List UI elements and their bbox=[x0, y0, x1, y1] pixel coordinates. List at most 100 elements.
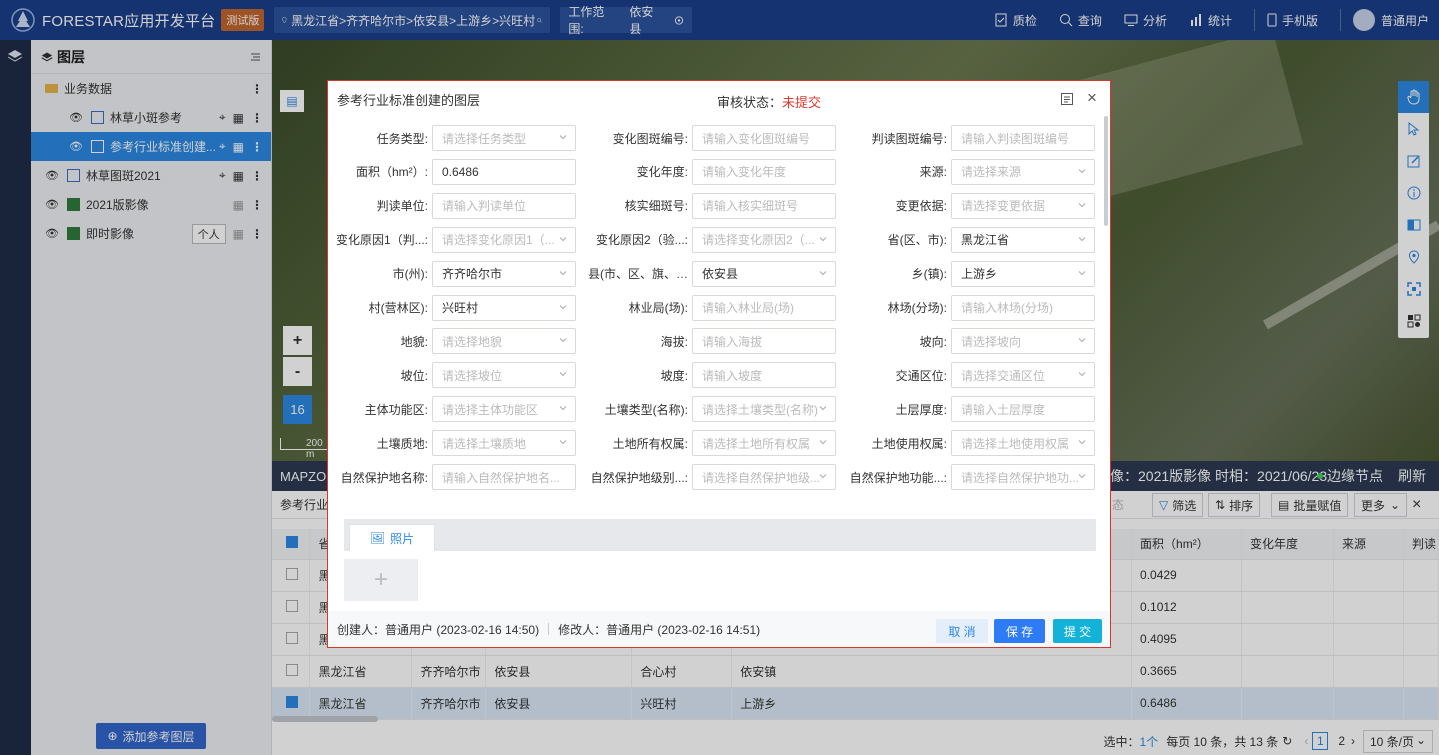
form-field: 变化年度: 请输入变化年度 bbox=[588, 158, 836, 185]
field-placeholder: 请选择土壤质地 bbox=[442, 436, 527, 451]
chevron-down-icon bbox=[559, 270, 567, 275]
field-select[interactable]: 请选择坡向 bbox=[951, 328, 1095, 355]
field-select[interactable]: 请选择变更依据 bbox=[951, 192, 1095, 219]
form-field: 自然保护地名称: 请输入自然保护地名... bbox=[328, 464, 576, 490]
chevron-down-icon bbox=[559, 440, 567, 445]
field-label: 土地使用权属: bbox=[871, 436, 947, 451]
field-select[interactable]: 请选择地貌 bbox=[432, 328, 576, 355]
chevron-down-icon bbox=[559, 338, 567, 343]
chevron-down-icon bbox=[819, 474, 827, 479]
field-select[interactable]: 请选择变化原因1（... bbox=[432, 226, 576, 253]
dialog-footer: 创建人：普通用户 (2023-02-16 14:50) 修改人：普通用户 (20… bbox=[328, 611, 1110, 647]
chevron-down-icon bbox=[1078, 338, 1086, 343]
field-placeholder: 请输入判读图斑编号 bbox=[961, 131, 1070, 146]
field-input[interactable]: 请输入判读图斑编号 bbox=[951, 125, 1095, 151]
chevron-down-icon bbox=[1078, 372, 1086, 377]
field-select[interactable]: 请选择土地所有权属 bbox=[692, 430, 836, 457]
field-select[interactable]: 上游乡 bbox=[951, 260, 1095, 287]
field-input[interactable]: 请输入变化图斑编号 bbox=[692, 125, 836, 151]
form-field: 市(州): 齐齐哈尔市 bbox=[328, 260, 576, 287]
field-label: 海拔: bbox=[660, 334, 688, 349]
field-label: 交通区位: bbox=[895, 368, 947, 383]
tab-photos[interactable]: 🖼 照片 bbox=[349, 524, 435, 551]
field-label: 省(区、市): bbox=[887, 233, 947, 248]
field-select[interactable]: 请选择主体功能区 bbox=[432, 396, 576, 423]
chevron-down-icon bbox=[819, 236, 827, 241]
form-field: 判读图斑编号: 请输入判读图斑编号 bbox=[847, 125, 1095, 151]
field-label: 来源: bbox=[919, 165, 947, 180]
field-label: 核实细斑号: bbox=[624, 199, 688, 214]
list-view-icon[interactable] bbox=[1061, 93, 1073, 105]
field-select[interactable]: 请选择交通区位 bbox=[951, 362, 1095, 389]
feature-edit-dialog: 参考行业标准创建的图层 审核状态：未提交 × 任务类型: 请选择任务类型 变化图斑编… bbox=[327, 80, 1111, 648]
attachment-tabs: 🖼 照片 bbox=[344, 519, 1096, 551]
field-label: 变化原因2（验...: bbox=[595, 233, 688, 248]
field-select[interactable]: 请选择来源 bbox=[951, 158, 1095, 185]
close-icon[interactable]: × bbox=[1087, 88, 1097, 108]
form-field: 土地使用权属: 请选择土地使用权属 bbox=[847, 430, 1095, 457]
form-field: 面积（hm²）: 0.6486 bbox=[328, 158, 576, 185]
field-label: 变化年度: bbox=[636, 165, 688, 180]
field-select[interactable]: 请选择变化原因2（... bbox=[692, 226, 836, 253]
field-select[interactable]: 请选择自然保护地级... bbox=[692, 464, 836, 490]
form-field: 变化图斑编号: 请输入变化图斑编号 bbox=[588, 125, 836, 151]
cancel-button[interactable]: 取 消 bbox=[936, 619, 988, 643]
field-select[interactable]: 黑龙江省 bbox=[951, 226, 1095, 253]
field-label: 土壤类型(名称): bbox=[604, 402, 688, 417]
form-field: 坡向: 请选择坡向 bbox=[847, 328, 1095, 355]
field-input[interactable]: 请输入坡度 bbox=[692, 362, 836, 389]
field-input[interactable]: 请输入判读单位 bbox=[432, 192, 576, 219]
field-label: 地貌: bbox=[400, 334, 428, 349]
form-field: 海拔: 请输入海拔 bbox=[588, 328, 836, 355]
field-select[interactable]: 请选择坡位 bbox=[432, 362, 576, 389]
field-input[interactable]: 请输入土层厚度 bbox=[951, 396, 1095, 423]
field-label: 自然保护地级别...: bbox=[590, 470, 688, 485]
dialog-header: 参考行业标准创建的图层 审核状态：未提交 × bbox=[328, 81, 1110, 117]
form-field: 判读单位: 请输入判读单位 bbox=[328, 192, 576, 219]
field-input[interactable]: 请输入自然保护地名... bbox=[432, 464, 576, 490]
field-input[interactable]: 请输入海拔 bbox=[692, 328, 836, 355]
field-select[interactable]: 请选择土壤质地 bbox=[432, 430, 576, 457]
field-select[interactable]: 请选择自然保护地功... bbox=[951, 464, 1095, 490]
field-input[interactable]: 请输入核实细斑号 bbox=[692, 192, 836, 219]
form-field: 主体功能区: 请选择主体功能区 bbox=[328, 396, 576, 423]
field-select[interactable]: 请选择土地使用权属 bbox=[951, 430, 1095, 457]
field-input[interactable]: 请输入林场(分场) bbox=[951, 294, 1095, 321]
field-select[interactable]: 齐齐哈尔市 bbox=[432, 260, 576, 287]
form-field: 坡位: 请选择坡位 bbox=[328, 362, 576, 389]
chevron-down-icon bbox=[1078, 236, 1086, 241]
field-select[interactable]: 请选择任务类型 bbox=[432, 125, 576, 151]
field-select[interactable]: 请选择土壤类型(名称) bbox=[692, 396, 836, 423]
field-placeholder: 请输入海拔 bbox=[702, 334, 763, 349]
attribute-form: 任务类型: 请选择任务类型 变化图斑编号: 请输入变化图斑编号 判读图斑编号: 请输入判读… bbox=[328, 117, 1106, 503]
form-field: 交通区位: 请选择交通区位 bbox=[847, 362, 1095, 389]
field-input[interactable]: 0.6486 bbox=[432, 158, 576, 185]
chevron-down-icon bbox=[1078, 474, 1086, 479]
field-value: 上游乡 bbox=[961, 267, 998, 282]
form-field: 省(区、市): 黑龙江省 bbox=[847, 226, 1095, 253]
form-field: 变化原因1（判...: 请选择变化原因1（... bbox=[328, 226, 576, 253]
modifier-info: 修改人：普通用户 (2023-02-16 14:51) bbox=[558, 622, 761, 637]
field-select[interactable]: 兴旺村 bbox=[432, 294, 576, 321]
form-field: 土地所有权属: 请选择土地所有权属 bbox=[588, 430, 836, 457]
save-button[interactable]: 保 存 bbox=[994, 619, 1045, 643]
form-field: 林业局(场): 请输入林业局(场) bbox=[588, 294, 836, 321]
field-value: 黑龙江省 bbox=[961, 233, 1010, 248]
form-scrollbar[interactable] bbox=[1104, 116, 1108, 226]
upload-photo-button[interactable]: + bbox=[344, 559, 418, 601]
dialog-title: 参考行业标准创建的图层 bbox=[337, 92, 481, 108]
form-field: 自然保护地功能...: 请选择自然保护地功... bbox=[847, 464, 1095, 490]
field-input[interactable]: 请输入林业局(场) bbox=[692, 294, 836, 321]
field-label: 自然保护地名称: bbox=[340, 470, 428, 485]
form-field: 林场(分场): 请输入林场(分场) bbox=[847, 294, 1095, 321]
field-placeholder: 请选择变化原因2（... bbox=[702, 233, 815, 248]
field-label: 土壤质地: bbox=[376, 436, 428, 451]
form-field: 土壤质地: 请选择土壤质地 bbox=[328, 430, 576, 457]
field-input[interactable]: 请输入变化年度 bbox=[692, 158, 836, 185]
field-label: 变化原因1（判...: bbox=[335, 233, 428, 248]
field-value: 0.6486 bbox=[442, 164, 479, 179]
submit-button[interactable]: 提 交 bbox=[1053, 619, 1102, 643]
field-select[interactable]: 依安县 bbox=[692, 260, 836, 287]
chevron-down-icon bbox=[819, 440, 827, 445]
field-placeholder: 请输入林业局(场) bbox=[702, 301, 794, 315]
